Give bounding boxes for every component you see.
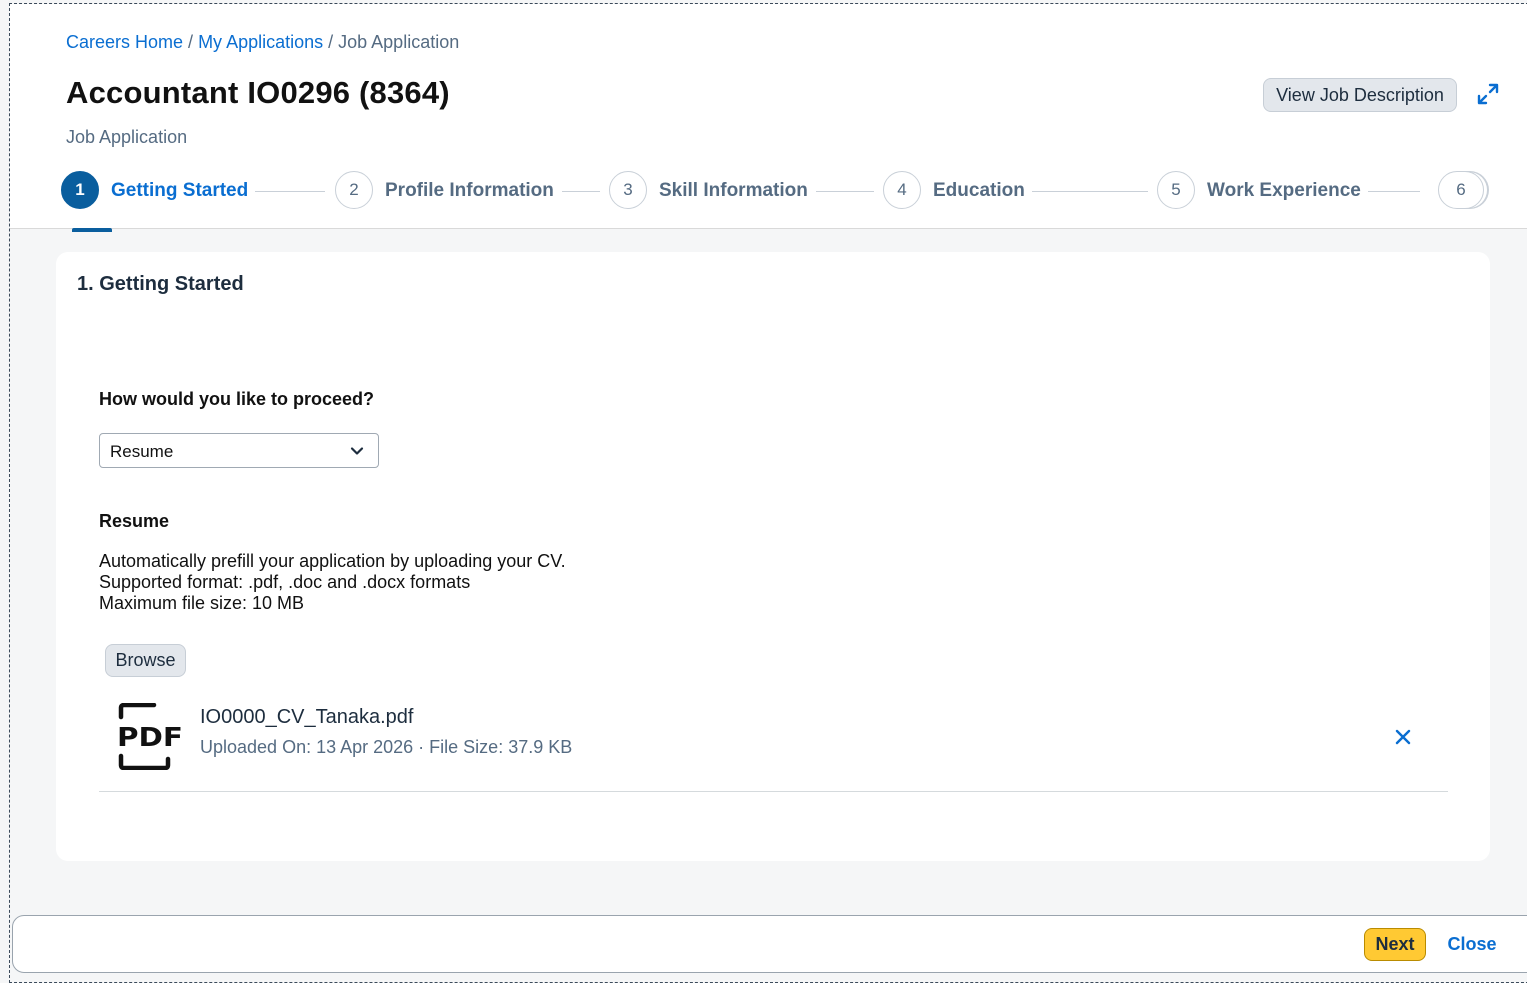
page-subtitle: Job Application (66, 127, 188, 147)
step-2-label[interactable]: Profile Information (385, 180, 554, 202)
breadcrumb-my-applications[interactable]: My Applications (198, 32, 323, 52)
proceed-method-select[interactable]: Resume (99, 433, 379, 468)
resume-heading: Resume (99, 511, 170, 531)
page-header: Careers Home / My Applications / Job Applica… (10, 4, 1527, 232)
breadcrumb-separator: / (188, 32, 194, 52)
step-connector (562, 191, 600, 192)
step-connector (1032, 191, 1148, 192)
pdf-icon-text: PDF (117, 723, 183, 753)
uploaded-file-name: IO0000_CV_Tanaka.pdf (200, 706, 414, 728)
step-4-label[interactable]: Education (933, 180, 1025, 202)
browse-button[interactable]: Browse (105, 644, 186, 677)
step-connector (1368, 191, 1420, 192)
step-1-label[interactable]: Getting Started (111, 180, 248, 202)
remove-file-icon[interactable] (1392, 726, 1414, 748)
description-line: Maximum file size: 10 MB (99, 593, 305, 613)
close-button[interactable]: Close (1440, 928, 1504, 961)
getting-started-card: 1. Getting Started How would you like to… (56, 252, 1490, 861)
step-3-label[interactable]: Skill Information (659, 180, 808, 202)
step-5-indicator[interactable]: 5 (1157, 171, 1195, 209)
meta-separator: · (418, 737, 425, 757)
step-2-indicator[interactable]: 2 (335, 171, 373, 209)
resume-description: Automatically prefill your application b… (99, 551, 566, 614)
step-4-indicator[interactable]: 4 (883, 171, 921, 209)
chevron-down-icon (350, 447, 364, 455)
view-job-description-button[interactable]: View Job Description (1263, 78, 1457, 112)
breadcrumb-separator: / (328, 32, 334, 52)
breadcrumb: Careers Home / My Applications / Job Applica… (66, 32, 459, 53)
step-connector (255, 191, 325, 192)
breadcrumb-current: Job Application (338, 32, 460, 52)
page-title: Accountant IO0296 (8364) (66, 75, 450, 110)
pdf-file-icon: PDF (117, 703, 183, 770)
upload-date: Uploaded On: 13 Apr 2026 (200, 737, 414, 757)
file-divider (99, 791, 1448, 792)
expand-icon[interactable] (1476, 82, 1500, 106)
description-line: Automatically prefill your application b… (99, 551, 566, 571)
footer-toolbar (12, 915, 1527, 973)
step-1-indicator[interactable]: 1 (61, 171, 99, 209)
step-5-label[interactable]: Work Experience (1207, 180, 1361, 202)
breadcrumb-careers-home[interactable]: Careers Home (66, 32, 183, 52)
file-size: File Size: 37.9 KB (429, 737, 573, 757)
proceed-question-label: How would you like to proceed? (99, 389, 375, 409)
section-title: 1. Getting Started (77, 273, 244, 295)
step-6-indicator[interactable]: 6 (1438, 171, 1484, 209)
uploaded-file-meta: Uploaded On: 13 Apr 2026 · File Size: 37.9… (200, 737, 572, 758)
step-3-indicator[interactable]: 3 (609, 171, 647, 209)
step-connector (816, 191, 874, 192)
proceed-method-value: Resume (110, 442, 174, 461)
next-button[interactable]: Next (1364, 928, 1426, 961)
description-line: Supported format: .pdf, .doc and .docx f… (99, 572, 471, 592)
active-step-indicator (72, 228, 112, 232)
